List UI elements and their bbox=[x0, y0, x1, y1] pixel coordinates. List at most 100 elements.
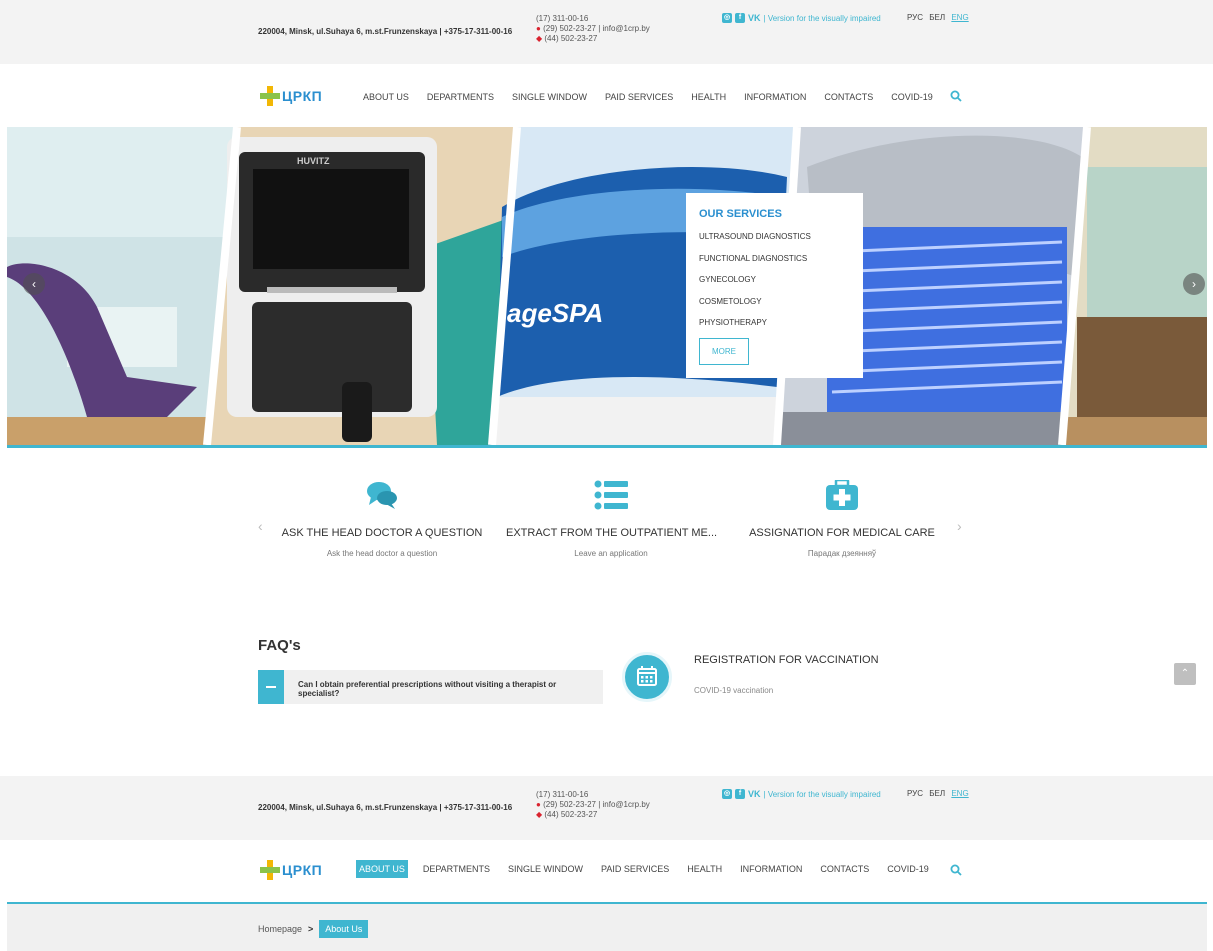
lang-ru[interactable]: РУС bbox=[907, 789, 923, 798]
service-gynecology[interactable]: GYNECOLOGY bbox=[699, 269, 850, 291]
feature-extract[interactable]: EXTRACT FROM THE OUTPATIENT ME... Leave … bbox=[506, 480, 718, 558]
lang-ru[interactable]: РУС bbox=[907, 13, 923, 22]
phone-block: (17) 311-00-16 ● (29) 502-23-27 | info@1… bbox=[536, 14, 650, 44]
hero-spa-label: ageSPA bbox=[507, 298, 603, 328]
nav-about-us[interactable]: ABOUT US bbox=[360, 88, 412, 106]
service-cosmetology[interactable]: COSMETOLOGY bbox=[699, 291, 850, 313]
main-nav: ABOUT US DEPARTMENTS SINGLE WINDOW PAID … bbox=[356, 860, 932, 878]
nav-covid[interactable]: COVID-19 bbox=[888, 88, 936, 106]
phone-main[interactable]: (17) 311-00-16 bbox=[536, 14, 650, 24]
feature-title: EXTRACT FROM THE OUTPATIENT ME... bbox=[506, 527, 718, 539]
features-prev-arrow[interactable]: ‹ bbox=[258, 518, 263, 534]
lang-en[interactable]: ENG bbox=[951, 789, 968, 798]
search-icon[interactable] bbox=[950, 90, 962, 102]
vk-icon[interactable]: VK bbox=[748, 789, 761, 799]
main-navbar-2: ЦРКП ABOUT US DEPARTMENTS SINGLE WINDOW … bbox=[0, 840, 1213, 902]
address-text: 220004, Minsk, ul.Suhaya 6, m.st.Frunzen… bbox=[258, 803, 513, 812]
calendar-icon bbox=[637, 666, 657, 686]
logo-cross-icon bbox=[260, 860, 280, 880]
social-links: ◎ f VK | Version for the visually impair… bbox=[722, 13, 881, 23]
service-ultrasound[interactable]: ULTRASOUND DIAGNOSTICS bbox=[699, 226, 850, 248]
vk-icon[interactable]: VK bbox=[748, 13, 761, 23]
service-functional[interactable]: FUNCTIONAL DIAGNOSTICS bbox=[699, 248, 850, 270]
phone-alt[interactable]: (44) 502-23-27 bbox=[544, 34, 597, 43]
address-text: 220004, Minsk, ul.Suhaya 6, m.st.Frunzen… bbox=[258, 27, 513, 36]
service-physiotherapy[interactable]: PHYSIOTHERAPY bbox=[699, 312, 850, 334]
main-nav: ABOUT US DEPARTMENTS SINGLE WINDOW PAID … bbox=[360, 88, 936, 106]
visually-impaired-link[interactable]: | Version for the visually impaired bbox=[764, 790, 881, 799]
nav-health[interactable]: HEALTH bbox=[684, 860, 725, 878]
breadcrumb-bar bbox=[7, 904, 1207, 951]
nav-information[interactable]: INFORMATION bbox=[741, 88, 809, 106]
logo-cross-icon bbox=[260, 86, 280, 106]
breadcrumb-home[interactable]: Homepage bbox=[258, 924, 302, 934]
hero-prev-arrow[interactable]: ‹ bbox=[23, 273, 45, 295]
mobile-operator-icon: ● bbox=[536, 24, 541, 33]
language-switcher: РУС БЕЛ ENG bbox=[907, 789, 973, 798]
vaccination-subtitle: COVID-19 vaccination bbox=[694, 686, 774, 695]
lang-be[interactable]: БЕЛ bbox=[929, 13, 945, 22]
feature-title: ASK THE HEAD DOCTOR A QUESTION bbox=[281, 527, 483, 539]
nav-single-window[interactable]: SINGLE WINDOW bbox=[509, 88, 590, 106]
instagram-icon[interactable]: ◎ bbox=[722, 13, 732, 23]
phone-email[interactable]: (29) 502-23-27 | info@1crp.by bbox=[543, 800, 650, 809]
search-icon[interactable] bbox=[950, 864, 962, 876]
nav-departments[interactable]: DEPARTMENTS bbox=[424, 88, 497, 106]
hero-divider bbox=[7, 445, 1207, 448]
hero-slider: HUVITZ ageSPA ‹ › bbox=[7, 127, 1207, 445]
mobile-operator-icon-2: ◆ bbox=[536, 810, 543, 819]
nav-covid[interactable]: COVID-19 bbox=[884, 860, 932, 878]
top-info-bar-2: 220004, Minsk, ul.Suhaya 6, m.st.Frunzen… bbox=[0, 776, 1213, 840]
nav-paid-services[interactable]: PAID SERVICES bbox=[598, 860, 672, 878]
logo-text: ЦРКП bbox=[282, 862, 323, 878]
features-next-arrow[interactable]: › bbox=[957, 518, 962, 534]
mobile-operator-icon-2: ◆ bbox=[536, 34, 543, 43]
lang-be[interactable]: БЕЛ bbox=[929, 789, 945, 798]
phone-alt[interactable]: (44) 502-23-27 bbox=[544, 810, 597, 819]
feature-title: ASSIGNATION FOR MEDICAL CARE bbox=[749, 527, 935, 539]
mobile-operator-icon: ● bbox=[536, 800, 541, 809]
social-links: ◎ f VK | Version for the visually impair… bbox=[722, 789, 881, 799]
nav-about-us[interactable]: ABOUT US bbox=[356, 860, 408, 878]
phone-main[interactable]: (17) 311-00-16 bbox=[536, 790, 650, 800]
nav-paid-services[interactable]: PAID SERVICES bbox=[602, 88, 676, 106]
nav-health[interactable]: HEALTH bbox=[688, 88, 729, 106]
visually-impaired-link[interactable]: | Version for the visually impaired bbox=[764, 14, 881, 23]
nav-contacts[interactable]: CONTACTS bbox=[821, 88, 876, 106]
site-logo[interactable]: ЦРКП bbox=[260, 86, 322, 106]
feature-subtitle: Парадак дзеянняў bbox=[807, 549, 877, 558]
faq-question: Can I obtain preferential prescriptions … bbox=[298, 680, 557, 698]
lang-en[interactable]: ENG bbox=[951, 13, 968, 22]
hero-device-label: HUVITZ bbox=[297, 156, 330, 166]
facebook-icon[interactable]: f bbox=[735, 13, 745, 23]
feature-assignation[interactable]: ASSIGNATION FOR MEDICAL CARE Парадак дзе… bbox=[737, 478, 947, 558]
vaccination-title[interactable]: REGISTRATION FOR VACCINATION bbox=[694, 654, 879, 666]
feature-subtitle: Ask the head doctor a question bbox=[326, 549, 438, 558]
breadcrumb: Homepage > About Us bbox=[258, 920, 369, 938]
scroll-top-button[interactable]: ⌃ bbox=[1174, 663, 1196, 685]
nav-departments[interactable]: DEPARTMENTS bbox=[420, 860, 493, 878]
feature-subtitle: Leave an application bbox=[574, 549, 648, 558]
feature-ask-doctor[interactable]: ASK THE HEAD DOCTOR A QUESTION Ask the h… bbox=[277, 480, 487, 558]
instagram-icon[interactable]: ◎ bbox=[722, 789, 732, 799]
hero-next-arrow[interactable]: › bbox=[1183, 273, 1205, 295]
more-button[interactable]: MORE bbox=[699, 337, 749, 365]
phone-block: (17) 311-00-16 ● (29) 502-23-27 | info@1… bbox=[536, 790, 650, 820]
nav-contacts[interactable]: CONTACTS bbox=[817, 860, 872, 878]
services-title: OUR SERVICES bbox=[699, 208, 782, 220]
top-info-bar: 220004, Minsk, ul.Suhaya 6, m.st.Frunzen… bbox=[0, 0, 1213, 64]
breadcrumb-current: About Us bbox=[319, 920, 369, 938]
site-logo[interactable]: ЦРКП bbox=[260, 860, 322, 880]
nav-single-window[interactable]: SINGLE WINDOW bbox=[505, 860, 586, 878]
collapse-icon[interactable] bbox=[258, 670, 284, 704]
faq-title: FAQ's bbox=[258, 637, 301, 654]
phone-email[interactable]: (29) 502-23-27 | info@1crp.by bbox=[543, 24, 650, 33]
faq-item[interactable]: Can I obtain preferential prescriptions … bbox=[258, 670, 603, 704]
logo-text: ЦРКП bbox=[282, 88, 323, 104]
facebook-icon[interactable]: f bbox=[735, 789, 745, 799]
nav-information[interactable]: INFORMATION bbox=[737, 860, 805, 878]
vaccination-icon-circle[interactable] bbox=[622, 652, 672, 702]
chat-bubbles-icon bbox=[367, 482, 397, 509]
hero-photo-collage: HUVITZ ageSPA bbox=[7, 127, 1207, 445]
language-switcher: РУС БЕЛ ENG bbox=[907, 13, 973, 22]
